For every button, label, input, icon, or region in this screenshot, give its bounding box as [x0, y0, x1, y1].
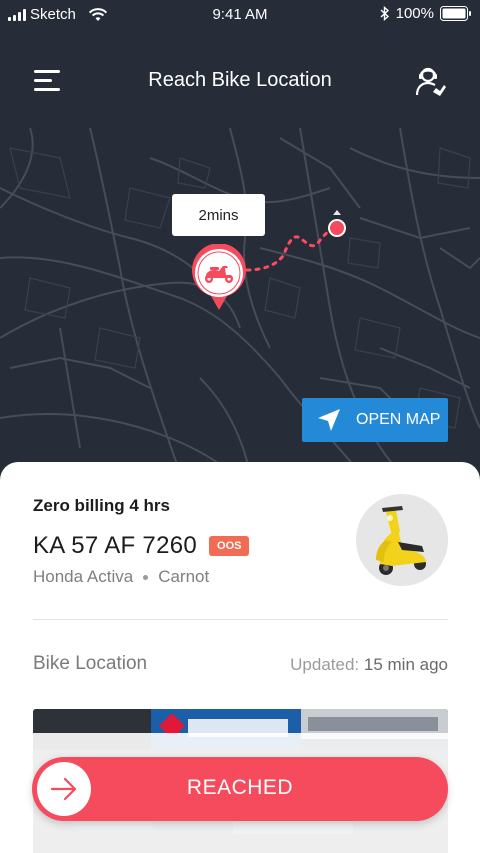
navigation-arrow-icon	[318, 409, 340, 431]
support-agent-icon[interactable]	[414, 64, 448, 98]
page-title: Reach Bike Location	[148, 69, 332, 91]
scooter-image	[356, 494, 448, 586]
divider	[33, 619, 448, 620]
status-badge: OOS	[209, 536, 250, 556]
model-row: Honda Activa Carnot	[33, 567, 209, 587]
reached-button[interactable]: REACHED	[32, 757, 448, 821]
status-bar: Sketch 9:41 AM 100%	[0, 0, 480, 28]
separator-dot	[143, 574, 149, 580]
bike-model: Honda Activa	[33, 567, 134, 586]
updated-value: 15 min ago	[363, 655, 448, 674]
map-view[interactable]: 2mins OPEN MAP	[0, 128, 480, 473]
updated-label: Updated:	[290, 655, 360, 674]
bike-location-heading: Bike Location	[33, 653, 148, 674]
bike-location-name: Carnot	[158, 567, 210, 586]
plate-row: KA 57 AF 7260 OOS	[33, 532, 250, 560]
status-right: 100%	[380, 5, 472, 22]
open-map-label: OPEN MAP	[356, 411, 441, 428]
open-map-button[interactable]: OPEN MAP	[302, 398, 448, 442]
license-plate: KA 57 AF 7260	[33, 532, 198, 559]
updated-info: Updated: 15 min ago	[290, 655, 448, 675]
battery-percent: 100%	[395, 5, 434, 22]
eta-bubble: 2mins	[172, 194, 265, 236]
bluetooth-icon	[380, 6, 389, 21]
reached-label: REACHED	[186, 776, 294, 799]
billing-info: Zero billing 4 hrs	[33, 496, 170, 515]
battery-icon	[440, 6, 471, 21]
bike-location-pin[interactable]	[190, 244, 248, 310]
header: Reach Bike Location	[0, 28, 480, 128]
destination-marker[interactable]	[325, 210, 349, 240]
